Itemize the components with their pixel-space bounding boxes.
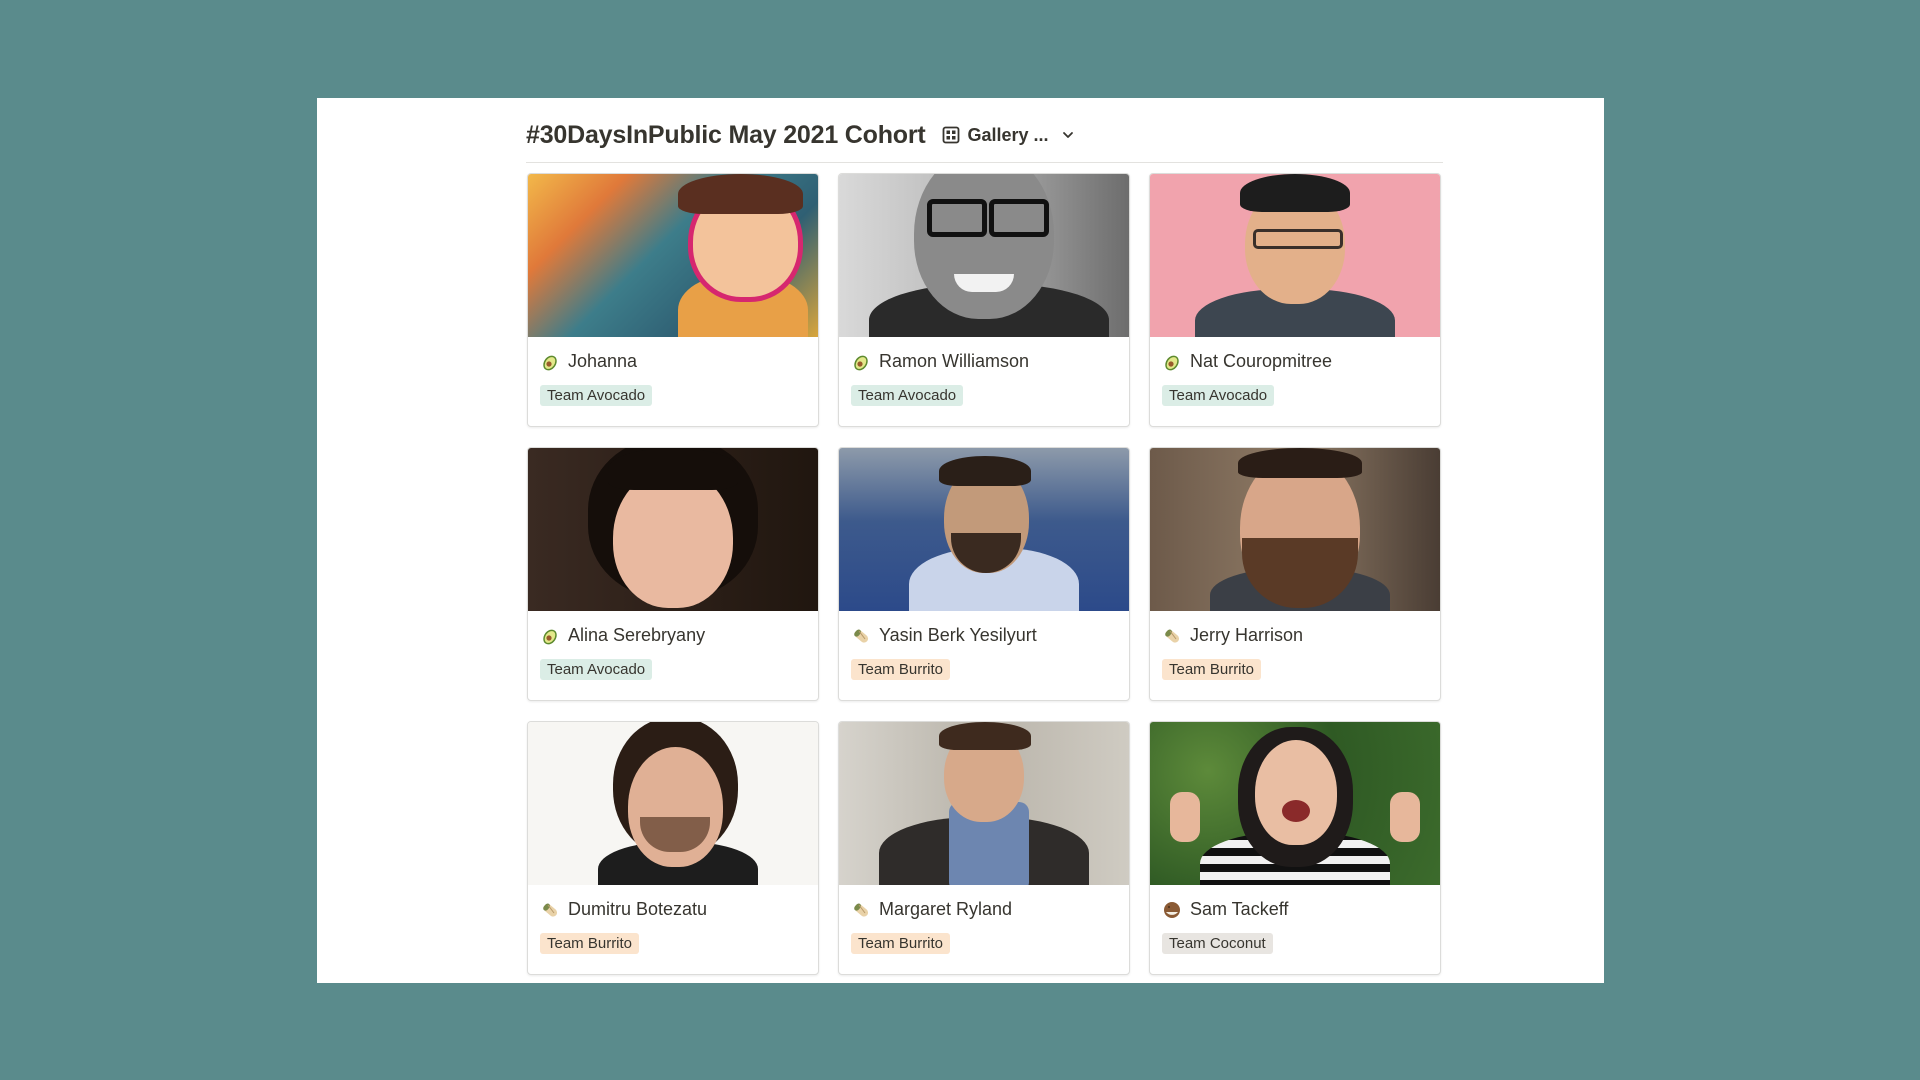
card-cover-image: [1150, 722, 1440, 885]
team-tag: Team Coconut: [1162, 933, 1273, 954]
card-name: Sam Tackeff: [1190, 899, 1289, 919]
avocado-icon: [854, 355, 868, 370]
team-tag: Team Burrito: [1162, 659, 1262, 680]
card-name: Dumitru Botezatu: [568, 899, 708, 919]
team-tag: Team Burrito: [851, 659, 951, 680]
gallery-grid: Johanna Team Avocado Ramon Williamson Te…: [527, 173, 1443, 975]
team-tag: Team Avocado: [1162, 385, 1275, 406]
card-name: Nat Couropmitree: [1190, 351, 1333, 371]
gallery-card[interactable]: Alina Serebryany Team Avocado: [527, 447, 819, 701]
card-name: Jerry Harrison: [1190, 625, 1304, 645]
burrito-icon: [854, 903, 869, 917]
gallery-header: #30DaysInPublic May 2021 Cohort Gallery …: [526, 108, 1443, 163]
gallery-card[interactable]: Nat Couropmitree Team Avocado: [1149, 173, 1441, 427]
view-label: Gallery ...: [967, 124, 1049, 145]
gallery-card[interactable]: Ramon Williamson Team Avocado: [838, 173, 1130, 427]
card-cover-image: [528, 448, 818, 611]
chevron-down-icon: [1062, 132, 1073, 138]
gallery-card[interactable]: Johanna Team Avocado: [527, 173, 819, 427]
card-cover-image: [1150, 174, 1440, 337]
gallery-card[interactable]: Sam Tackeff Team Coconut: [1149, 721, 1441, 975]
card-name: Alina Serebryany: [568, 625, 706, 645]
avocado-icon: [543, 629, 557, 644]
card-cover-image: [1150, 448, 1440, 611]
team-tag: Team Burrito: [540, 933, 640, 954]
card-cover-image: [528, 722, 818, 885]
gallery-card[interactable]: Yasin Berk Yesilyurt Team Burrito: [838, 447, 1130, 701]
card-cover-image: [839, 448, 1129, 611]
team-tag: Team Avocado: [540, 385, 653, 406]
card-name: Ramon Williamson: [879, 351, 1030, 371]
burrito-icon: [854, 629, 869, 643]
card-name: Yasin Berk Yesilyurt: [879, 625, 1037, 645]
gallery-card[interactable]: Margaret Ryland Team Burrito: [838, 721, 1130, 975]
gallery-card[interactable]: Jerry Harrison Team Burrito: [1149, 447, 1441, 701]
view-switcher[interactable]: Gallery ...: [942, 125, 1075, 146]
burrito-icon: [543, 903, 558, 917]
team-tag: Team Avocado: [540, 659, 653, 680]
coconut-icon: [1164, 901, 1180, 918]
notion-page: #30DaysInPublic May 2021 Cohort Gallery …: [317, 98, 1604, 983]
page-title: #30DaysInPublic May 2021 Cohort: [526, 120, 926, 149]
gallery-icon: [942, 126, 959, 144]
avocado-icon: [1165, 355, 1179, 370]
card-name: Johanna: [568, 351, 638, 371]
card-cover-image: [839, 174, 1129, 337]
team-tag: Team Burrito: [851, 933, 951, 954]
card-cover-image: [528, 174, 818, 337]
card-cover-image: [839, 722, 1129, 885]
gallery-card[interactable]: Dumitru Botezatu Team Burrito: [527, 721, 819, 975]
burrito-icon: [1165, 629, 1180, 643]
avocado-icon: [543, 355, 557, 370]
card-name: Margaret Ryland: [879, 899, 1013, 919]
team-tag: Team Avocado: [851, 385, 964, 406]
